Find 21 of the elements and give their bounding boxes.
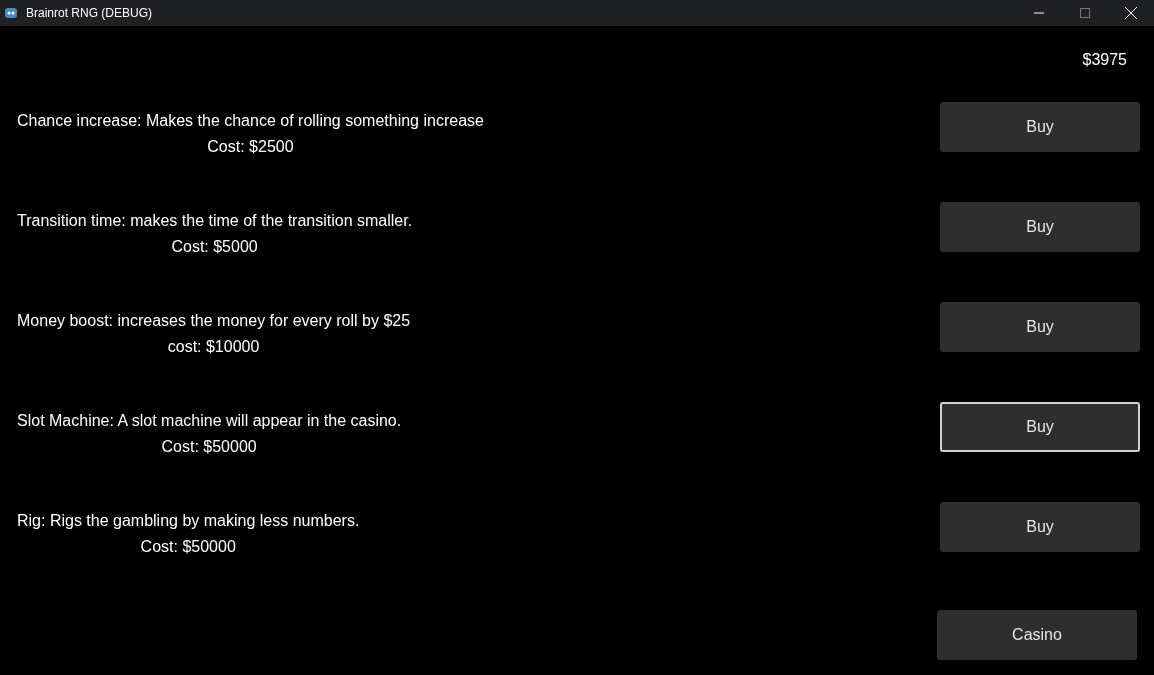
upgrade-description: Rig: Rigs the gambling by making less numbers. bbox=[17, 511, 360, 531]
buy-button[interactable]: Buy bbox=[940, 302, 1140, 352]
upgrade-cost: Cost: $50000 bbox=[140, 537, 236, 557]
upgrade-description: Slot Machine: A slot machine will appear in the casino. bbox=[17, 411, 402, 431]
buy-button[interactable]: Buy bbox=[940, 502, 1140, 552]
close-icon bbox=[1125, 7, 1137, 19]
upgrade-description: Transition time: makes the time of the transition smaller. bbox=[17, 211, 413, 231]
upgrade-cost: Cost: $5000 bbox=[171, 237, 258, 257]
app-icon bbox=[4, 6, 18, 20]
money-label: $3975 bbox=[1082, 50, 1127, 70]
buy-button[interactable]: Buy bbox=[940, 202, 1140, 252]
casino-button[interactable]: Casino bbox=[937, 610, 1137, 660]
buy-button[interactable]: Buy bbox=[940, 102, 1140, 152]
upgrade-cost: cost: $10000 bbox=[167, 337, 260, 357]
window-title: Brainrot RNG (DEBUG) bbox=[26, 5, 154, 22]
upgrade-description: Chance increase: Makes the chance of rolling something increase bbox=[17, 111, 484, 131]
maximize-icon bbox=[1080, 8, 1090, 18]
buy-button[interactable]: Buy bbox=[940, 402, 1140, 452]
upgrade-description: Money boost: increases the money for every roll by $25 bbox=[17, 311, 411, 331]
upgrade-cost: Cost: $2500 bbox=[207, 137, 294, 157]
upgrade-cost: Cost: $50000 bbox=[161, 437, 257, 457]
